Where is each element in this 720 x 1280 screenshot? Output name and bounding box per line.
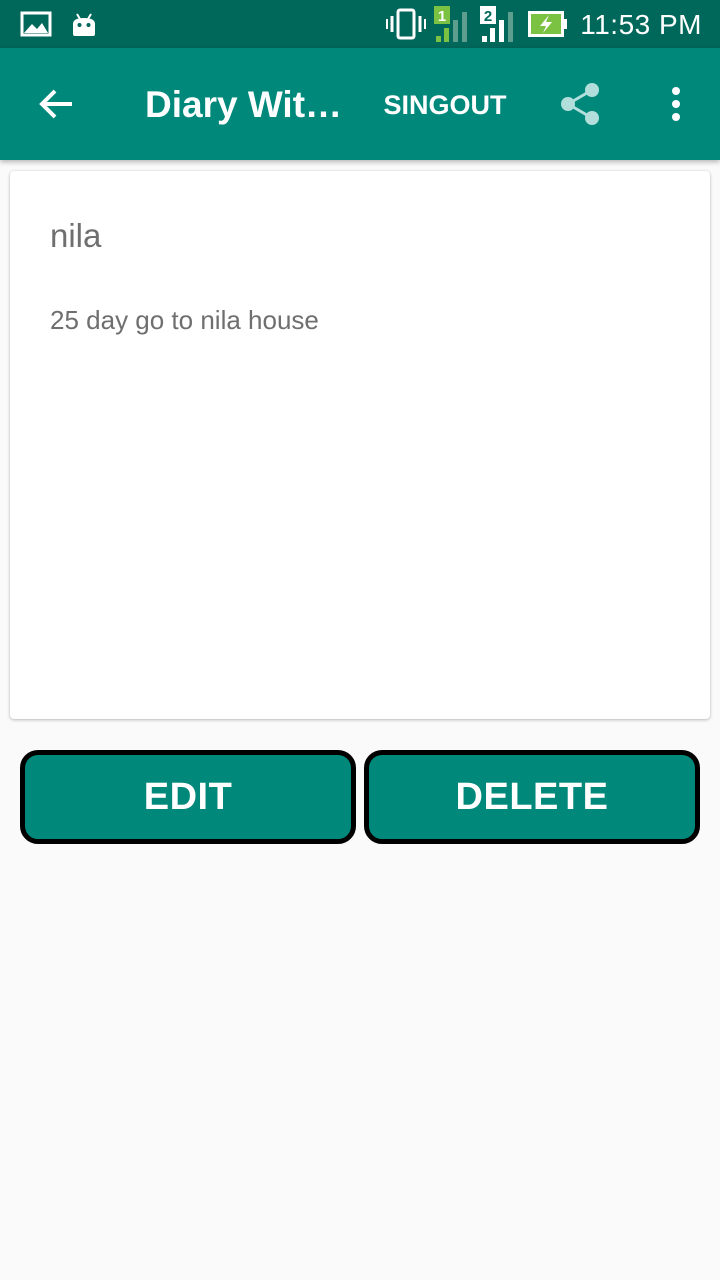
android-icon xyxy=(70,0,98,48)
overflow-menu-button[interactable] xyxy=(652,76,700,132)
svg-text:1: 1 xyxy=(438,8,446,25)
share-icon xyxy=(561,83,599,125)
note-title: nila xyxy=(50,217,102,254)
app-bar: Diary Wit… SINGOUT xyxy=(0,48,720,160)
more-vert-icon xyxy=(672,87,680,121)
delete-button[interactable]: DELETE xyxy=(364,750,700,844)
vibrate-icon xyxy=(386,0,426,48)
svg-text:2: 2 xyxy=(484,8,492,25)
status-time: 11:53 PM xyxy=(580,9,702,40)
edit-button[interactable]: EDIT xyxy=(20,750,356,844)
share-button[interactable] xyxy=(548,76,612,132)
signal-sim1-icon: 1 xyxy=(434,0,470,48)
note-card: nila 25 day go to nila house xyxy=(10,171,710,719)
app-title: Diary Wit… xyxy=(145,84,343,125)
gallery-icon xyxy=(20,0,52,48)
back-button[interactable] xyxy=(24,76,88,132)
signout-button[interactable]: SINGOUT xyxy=(372,76,518,132)
note-body: 25 day go to nila house xyxy=(50,305,319,335)
signal-sim2-icon: 2 xyxy=(480,0,516,48)
battery-charging-icon xyxy=(528,0,568,48)
status-bar: 1 2 11:53 PM xyxy=(0,0,720,48)
back-arrow-icon xyxy=(39,89,72,119)
